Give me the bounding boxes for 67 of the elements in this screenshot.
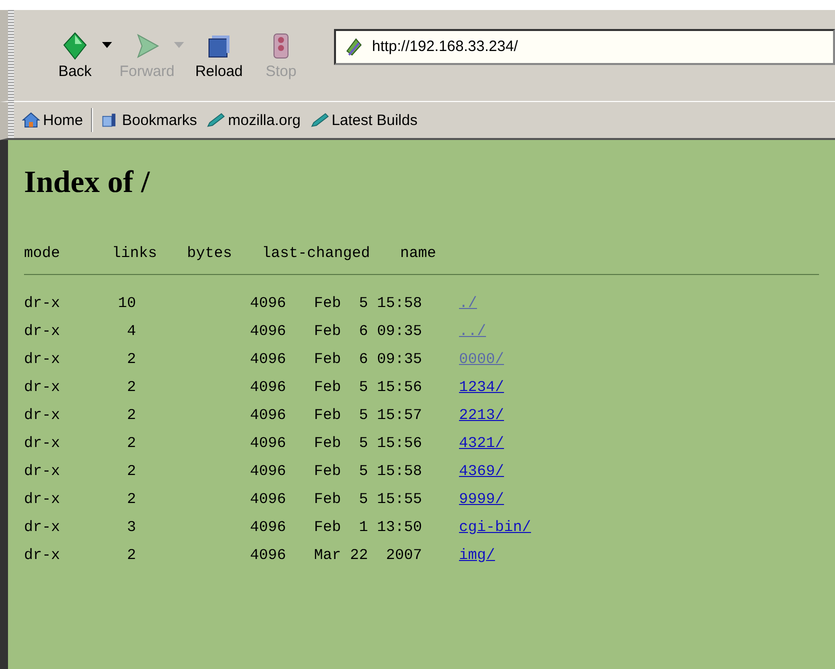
table-cell-text: 4 [126, 322, 136, 340]
directory-link[interactable]: img/ [459, 546, 496, 564]
table-cell-text: Feb 5 15:55 [314, 490, 424, 508]
table-cell-text: 4096 [248, 350, 286, 368]
directory-link[interactable]: cgi-bin/ [459, 518, 532, 536]
table-cell-text: Feb 5 15:58 [314, 462, 424, 480]
table-cell-text: dr-x [24, 378, 62, 396]
table-cell-text: 4096 [248, 378, 286, 396]
table-cell-text: Feb 5 15:57 [314, 406, 424, 424]
table-cell-text: 2 [126, 546, 136, 564]
table-cell-text: Feb 6 09:35 [314, 322, 424, 340]
table-cell-text: 2 [126, 434, 136, 452]
table-cell-text: dr-x [24, 294, 62, 312]
table-cell-text: dr-x [24, 490, 62, 508]
table-cell-text: 10 [116, 294, 136, 312]
table-cell-text: 4096 [248, 462, 286, 480]
table-cell-text: Mar 22 2007 [314, 546, 424, 564]
nav-button[interactable]: Reload [188, 31, 250, 80]
directory-link[interactable]: 4321/ [459, 434, 504, 452]
address-field[interactable]: http://192.168.33.234/ [334, 28, 835, 64]
table-cell-text: 3 [126, 518, 136, 536]
table-cell-text: dr-x [24, 322, 62, 340]
table-cell-text: 2 [126, 462, 136, 480]
caret-icon[interactable] [102, 42, 112, 48]
page-icon [344, 36, 364, 56]
bookmark-link[interactable]: Latest Builds [308, 112, 420, 128]
column-header: last-changed [262, 244, 370, 262]
table-cell-text: 4096 [248, 490, 286, 508]
column-header: bytes [187, 244, 232, 262]
table-cell-text: 2 [126, 378, 136, 396]
house-icon [22, 112, 40, 128]
column-header: links [112, 244, 158, 262]
table-cell-text: 2 [126, 490, 136, 508]
directory-link[interactable]: 1234/ [459, 378, 504, 396]
table-cell-text: 2 [126, 406, 136, 424]
table-cell-text: dr-x [24, 546, 62, 564]
pen-icon [310, 112, 329, 128]
table-cell-text: dr-x [24, 406, 62, 424]
directory-link[interactable]: 9999/ [459, 490, 504, 508]
toolbar-grip[interactable] [8, 102, 14, 138]
bookmark-link[interactable]: Home [20, 112, 86, 128]
nav-button[interactable]: Back [44, 31, 106, 80]
table-cell-text: 4096 [248, 518, 286, 536]
table-cell-text: dr-x [24, 462, 62, 480]
bookmark-link[interactable]: Bookmarks [99, 112, 200, 128]
table-cell-text: 2 [126, 350, 136, 368]
table-cell-text: 4096 [248, 406, 286, 424]
directory-link[interactable]: 2213/ [459, 406, 504, 424]
column-header: mode [24, 244, 62, 262]
table-cell-text: 4096 [248, 294, 286, 312]
table-cell-text: dr-x [24, 350, 62, 368]
pen-icon [207, 112, 226, 128]
page-heading: Index of / [24, 164, 151, 200]
table-cell-text: Feb 5 15:56 [314, 378, 424, 396]
table-cell-text: dr-x [24, 518, 62, 536]
table-cell-text: 4096 [248, 546, 286, 564]
table-cell-text: Feb 6 09:35 [314, 350, 424, 368]
table-cell-text: 4096 [248, 434, 286, 452]
table-cell-text: Feb 1 13:50 [314, 518, 424, 536]
directory-link[interactable]: 4369/ [459, 462, 504, 480]
table-cell-text: Feb 5 15:56 [314, 434, 424, 452]
table-cell-text: 4096 [248, 322, 286, 340]
table-cell-text: Feb 5 15:58 [314, 294, 424, 312]
table-cell-text: dr-x [24, 434, 62, 452]
column-header: name [400, 244, 436, 262]
bookmark-link[interactable]: mozilla.org [205, 112, 303, 128]
toolbar-grip[interactable] [8, 10, 14, 101]
